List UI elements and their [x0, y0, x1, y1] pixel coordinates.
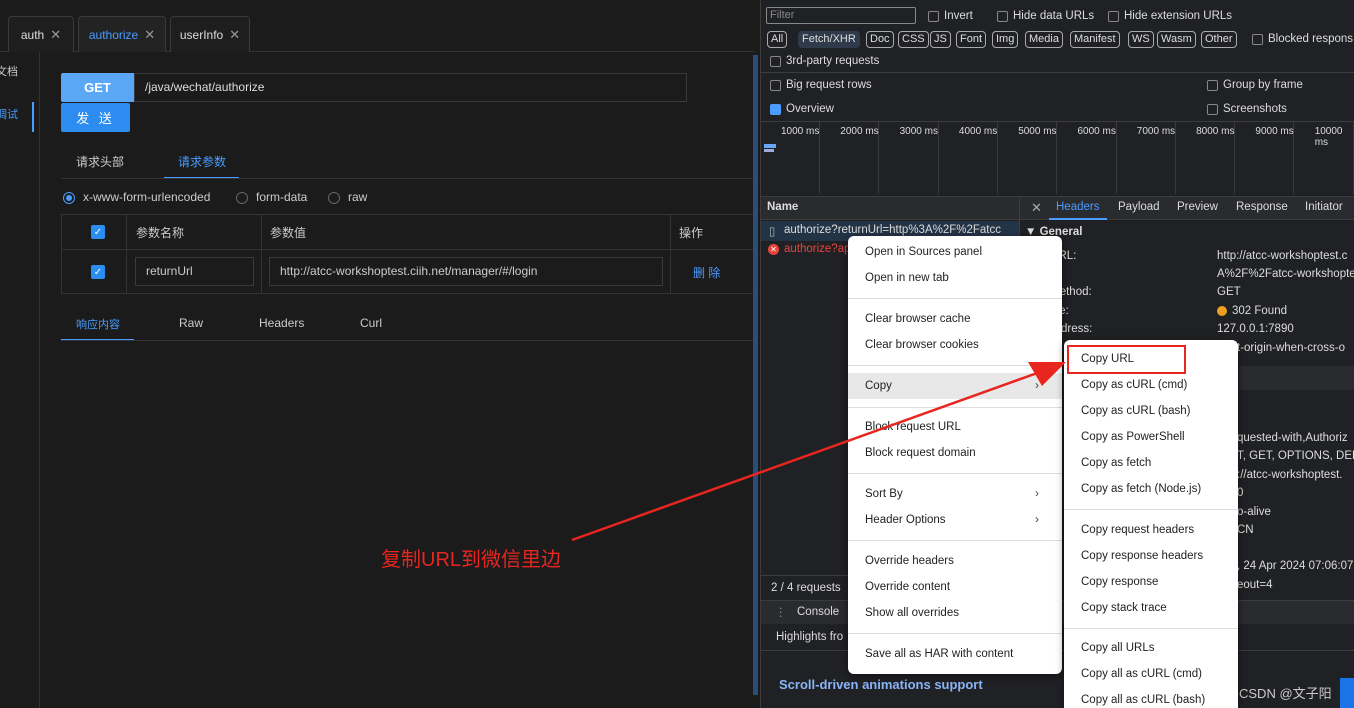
annotation-arrow — [571, 362, 1066, 542]
annotation-text: 复制URL到微信里边 — [381, 549, 562, 571]
